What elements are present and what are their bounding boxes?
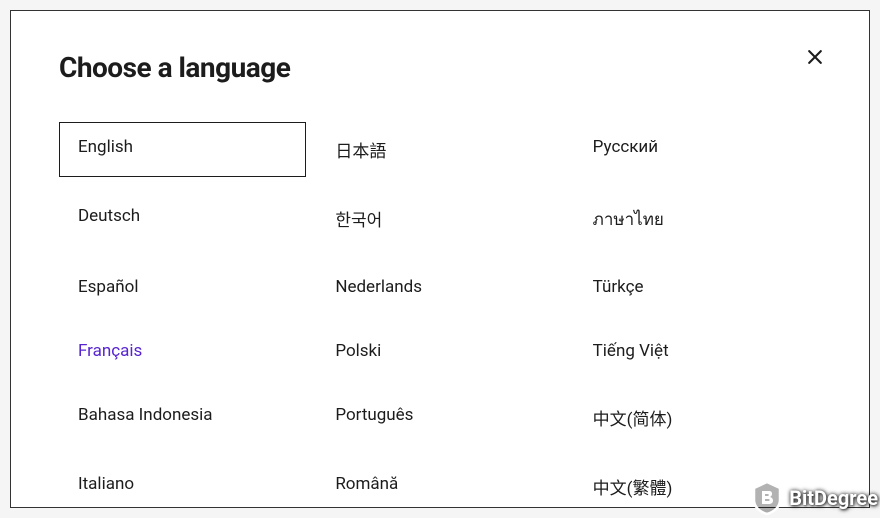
language-label: 中文(繁體)	[593, 479, 673, 499]
language-label: Türkçe	[593, 277, 644, 297]
language-label: Polski	[335, 341, 381, 361]
language-option-nederlands[interactable]: Nederlands	[316, 262, 563, 312]
language-option-chinese-simplified[interactable]: 中文(简体)	[574, 390, 821, 445]
language-label: ภาษาไทย	[593, 210, 664, 230]
language-label: Nederlands	[335, 277, 422, 297]
language-label: 中文(简体)	[593, 410, 673, 430]
language-option-bahasa-indonesia[interactable]: Bahasa Indonesia	[59, 390, 306, 445]
language-option-deutsch[interactable]: Deutsch	[59, 191, 306, 248]
language-option-turkce[interactable]: Türkçe	[574, 262, 821, 312]
language-modal: Choose a language English 日本語 Русский De…	[10, 10, 870, 508]
language-label: English	[78, 137, 133, 157]
language-option-english[interactable]: English	[59, 122, 306, 177]
language-option-thai[interactable]: ภาษาไทย	[574, 191, 821, 248]
language-option-francais[interactable]: Français	[59, 326, 306, 376]
language-option-japanese[interactable]: 日本語	[316, 122, 563, 177]
language-option-romana[interactable]: Română	[316, 459, 563, 514]
language-label: Português	[335, 405, 413, 425]
language-label: Română	[335, 474, 398, 494]
language-option-russian[interactable]: Русский	[574, 122, 821, 177]
close-button[interactable]	[801, 43, 829, 74]
bitdegree-shield-icon	[751, 480, 783, 516]
language-label: Español	[78, 277, 138, 297]
language-label: 한국어	[335, 211, 382, 231]
language-option-portugues[interactable]: Português	[316, 390, 563, 445]
bitdegree-text: BitDegree	[789, 486, 878, 510]
language-label: Русский	[593, 137, 658, 157]
language-grid: English 日本語 Русский Deutsch 한국어 ภาษาไทย …	[59, 122, 821, 514]
close-icon	[805, 47, 825, 70]
language-option-polski[interactable]: Polski	[316, 326, 563, 376]
language-label: Français	[78, 341, 142, 361]
language-label: Italiano	[78, 474, 134, 494]
language-label: Tiếng Việt	[593, 341, 669, 361]
language-option-italiano[interactable]: Italiano	[59, 459, 306, 514]
language-label: 日本語	[335, 142, 386, 162]
language-label: Deutsch	[78, 206, 140, 226]
language-option-tieng-viet[interactable]: Tiếng Việt	[574, 326, 821, 376]
language-option-korean[interactable]: 한국어	[316, 191, 563, 248]
modal-title: Choose a language	[59, 51, 290, 84]
language-label: Bahasa Indonesia	[78, 405, 213, 425]
language-option-espanol[interactable]: Español	[59, 262, 306, 312]
modal-header: Choose a language	[59, 51, 821, 84]
bitdegree-watermark: BitDegree	[751, 480, 878, 516]
